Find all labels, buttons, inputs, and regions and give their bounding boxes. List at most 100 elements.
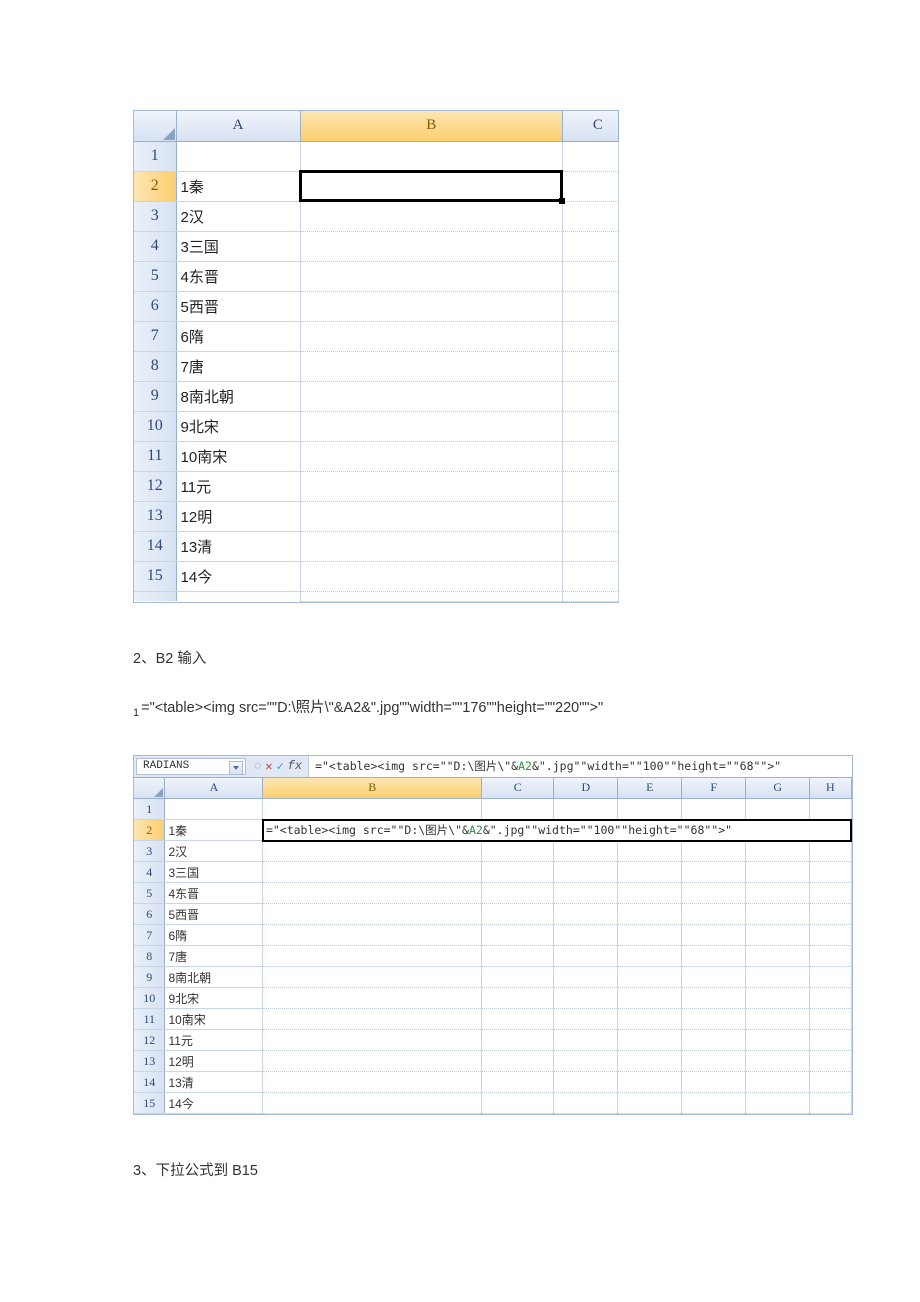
cell2-E10[interactable] bbox=[618, 988, 682, 1009]
row2-header-1[interactable]: 1 bbox=[134, 799, 165, 820]
row2-header-10[interactable]: 10 bbox=[134, 988, 165, 1009]
cell2-F14[interactable] bbox=[682, 1072, 746, 1093]
row2-header-6[interactable]: 6 bbox=[134, 904, 165, 925]
row-header-9[interactable]: 9 bbox=[134, 381, 176, 411]
cell2-H10[interactable] bbox=[810, 988, 851, 1009]
cell2-C13[interactable] bbox=[482, 1051, 554, 1072]
cell2-G7[interactable] bbox=[746, 925, 810, 946]
cell2-G9[interactable] bbox=[746, 967, 810, 988]
cell2-E13[interactable] bbox=[618, 1051, 682, 1072]
cell-A1[interactable] bbox=[176, 141, 300, 171]
cell2-B15[interactable] bbox=[263, 1093, 482, 1114]
cell-A13[interactable]: 12明 bbox=[176, 501, 300, 531]
select-all-corner[interactable] bbox=[134, 111, 176, 141]
cell2-D9[interactable] bbox=[554, 967, 618, 988]
select-all-corner-2[interactable] bbox=[134, 778, 165, 799]
cell2-B6[interactable] bbox=[263, 904, 482, 925]
cell2-H13[interactable] bbox=[810, 1051, 851, 1072]
row2-header-11[interactable]: 11 bbox=[134, 1009, 165, 1030]
col2-header-B[interactable]: B bbox=[263, 778, 482, 799]
row2-header-9[interactable]: 9 bbox=[134, 967, 165, 988]
cell2-A5[interactable]: 4东晋 bbox=[165, 883, 263, 904]
cell2-G13[interactable] bbox=[746, 1051, 810, 1072]
cell2-A2[interactable]: 1秦 bbox=[165, 820, 263, 841]
cell2-F3[interactable] bbox=[682, 841, 746, 862]
cell2-G15[interactable] bbox=[746, 1093, 810, 1114]
cell-A2[interactable]: 1秦 bbox=[176, 171, 300, 201]
cell2-C7[interactable] bbox=[482, 925, 554, 946]
col-header-B[interactable]: B bbox=[300, 111, 562, 141]
cell-B11[interactable] bbox=[300, 441, 562, 471]
cell2-C10[interactable] bbox=[482, 988, 554, 1009]
cell2-H14[interactable] bbox=[810, 1072, 851, 1093]
cell2-D15[interactable] bbox=[554, 1093, 618, 1114]
fx-circle-icon[interactable]: ◌ bbox=[254, 759, 261, 773]
cell-B5[interactable] bbox=[300, 261, 562, 291]
cell2-D10[interactable] bbox=[554, 988, 618, 1009]
cell-C9[interactable] bbox=[562, 381, 618, 411]
row-header-5[interactable]: 5 bbox=[134, 261, 176, 291]
cell-C2[interactable] bbox=[562, 171, 618, 201]
name-box-dropdown-icon[interactable] bbox=[229, 761, 243, 775]
cell2-G8[interactable] bbox=[746, 946, 810, 967]
cell2-D11[interactable] bbox=[554, 1009, 618, 1030]
cell2-G1[interactable] bbox=[746, 799, 810, 820]
cell-A12[interactable]: 11元 bbox=[176, 471, 300, 501]
cell-C7[interactable] bbox=[562, 321, 618, 351]
cell2-D12[interactable] bbox=[554, 1030, 618, 1051]
cell2-D7[interactable] bbox=[554, 925, 618, 946]
cell2-A15[interactable]: 14今 bbox=[165, 1093, 263, 1114]
cell2-E6[interactable] bbox=[618, 904, 682, 925]
col2-header-G[interactable]: G bbox=[746, 778, 810, 799]
cell2-F4[interactable] bbox=[682, 862, 746, 883]
cell2-G6[interactable] bbox=[746, 904, 810, 925]
cell-B14[interactable] bbox=[300, 531, 562, 561]
cell2-D3[interactable] bbox=[554, 841, 618, 862]
cell2-G14[interactable] bbox=[746, 1072, 810, 1093]
col-header-A[interactable]: A bbox=[176, 111, 300, 141]
cell2-B5[interactable] bbox=[263, 883, 482, 904]
cell-C12[interactable] bbox=[562, 471, 618, 501]
cancel-icon[interactable]: ✕ bbox=[265, 759, 272, 774]
cell2-C14[interactable] bbox=[482, 1072, 554, 1093]
row2-header-14[interactable]: 14 bbox=[134, 1072, 165, 1093]
row-header-8[interactable]: 8 bbox=[134, 351, 176, 381]
cell2-D8[interactable] bbox=[554, 946, 618, 967]
cell2-F12[interactable] bbox=[682, 1030, 746, 1051]
cell2-H1[interactable] bbox=[810, 799, 851, 820]
cell2-A3[interactable]: 2汉 bbox=[165, 841, 263, 862]
cell2-D13[interactable] bbox=[554, 1051, 618, 1072]
cell2-C15[interactable] bbox=[482, 1093, 554, 1114]
cell-C4[interactable] bbox=[562, 231, 618, 261]
cell2-G10[interactable] bbox=[746, 988, 810, 1009]
cell2-H6[interactable] bbox=[810, 904, 851, 925]
cell2-F7[interactable] bbox=[682, 925, 746, 946]
spreadsheet-2-grid[interactable]: A B C D E F G H 121秦="<table><img src=""… bbox=[134, 778, 852, 1115]
row-header-14[interactable]: 14 bbox=[134, 531, 176, 561]
cell-B2[interactable] bbox=[300, 171, 562, 201]
cell-A15[interactable]: 14今 bbox=[176, 561, 300, 591]
cell2-H4[interactable] bbox=[810, 862, 851, 883]
cell2-C12[interactable] bbox=[482, 1030, 554, 1051]
cell2-B4[interactable] bbox=[263, 862, 482, 883]
cell2-B3[interactable] bbox=[263, 841, 482, 862]
formula-input[interactable]: ="<table><img src=""D:\图片\"&A2&".jpg""wi… bbox=[309, 756, 852, 777]
cell2-D14[interactable] bbox=[554, 1072, 618, 1093]
cell2-H15[interactable] bbox=[810, 1093, 851, 1114]
cell-C10[interactable] bbox=[562, 411, 618, 441]
cell2-G4[interactable] bbox=[746, 862, 810, 883]
cell2-A4[interactable]: 3三国 bbox=[165, 862, 263, 883]
col2-header-F[interactable]: F bbox=[682, 778, 746, 799]
cell2-E5[interactable] bbox=[618, 883, 682, 904]
cell2-A12[interactable]: 11元 bbox=[165, 1030, 263, 1051]
cell-A4[interactable]: 3三国 bbox=[176, 231, 300, 261]
row-header-15[interactable]: 15 bbox=[134, 561, 176, 591]
cell2-E12[interactable] bbox=[618, 1030, 682, 1051]
cell-C13[interactable] bbox=[562, 501, 618, 531]
row2-header-7[interactable]: 7 bbox=[134, 925, 165, 946]
cell-B15[interactable] bbox=[300, 561, 562, 591]
cell-B12[interactable] bbox=[300, 471, 562, 501]
row-header-1[interactable]: 1 bbox=[134, 141, 176, 171]
spreadsheet-1-grid[interactable]: A B C 121秦32汉43三国54东晋65西晋76隋87唐98南北朝109北… bbox=[134, 111, 619, 602]
cell-A10[interactable]: 9北宋 bbox=[176, 411, 300, 441]
